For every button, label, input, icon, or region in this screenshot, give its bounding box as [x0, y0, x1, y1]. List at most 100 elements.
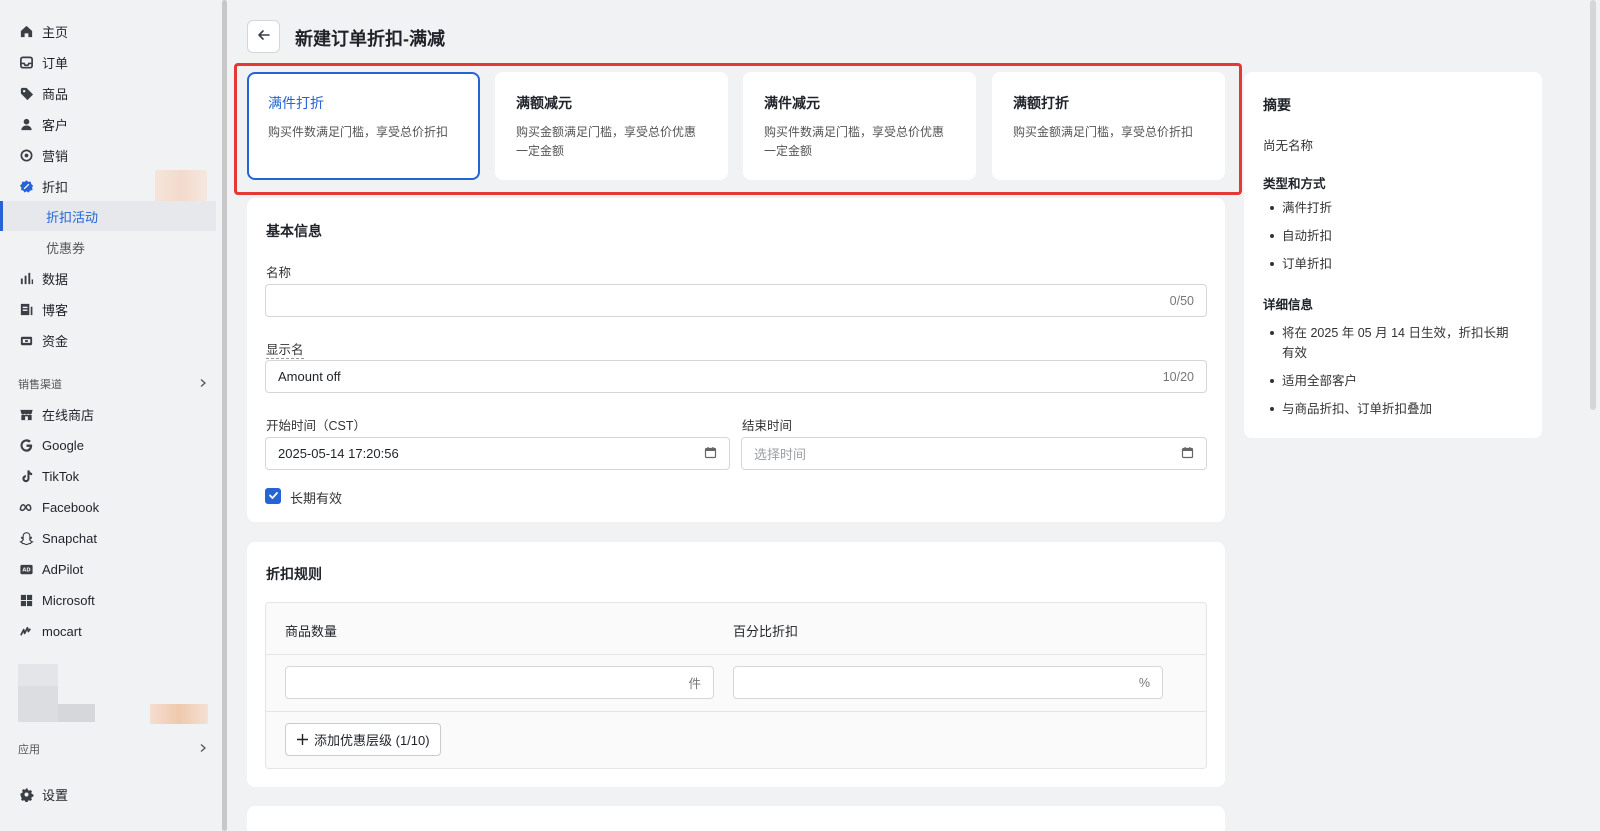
start-time-input[interactable]: 2025-05-14 17:20:56 [265, 437, 730, 470]
sidebar-item-label: Google [42, 437, 84, 453]
summary-type-item: 订单折扣 [1264, 254, 1514, 274]
sidebar-item-label: 设置 [42, 787, 69, 803]
sidebar-item-analytics[interactable]: 数据 [18, 268, 68, 288]
svg-text:AD: AD [22, 567, 30, 573]
end-time-placeholder: 选择时间 [754, 447, 807, 462]
add-tier-button[interactable]: 添加优惠层级 (1/10) [285, 723, 441, 756]
arrow-left-icon [256, 27, 272, 46]
end-time-input[interactable]: 选择时间 [741, 437, 1207, 470]
table-divider [266, 711, 1206, 712]
percent-suffix: % [1138, 675, 1150, 690]
tiktok-icon [18, 468, 34, 484]
checkmark-icon [268, 489, 279, 504]
blurred-region [155, 170, 207, 204]
sidebar-item-label: 商品 [42, 86, 69, 102]
sidebar-item-customers[interactable]: 客户 [18, 114, 68, 134]
percent-input[interactable]: % [733, 666, 1163, 699]
sidebar-item-label: Facebook [42, 499, 100, 515]
display-name-value: Amount off [278, 369, 341, 384]
sidebar-item-online-store[interactable]: 在线商店 [18, 404, 94, 424]
store-icon [18, 406, 34, 422]
sidebar-item-label: Microsoft [42, 592, 95, 608]
sidebar-item-snapchat[interactable]: Snapchat [18, 528, 97, 548]
sidebar-item-label: 优惠券 [46, 240, 86, 256]
basic-info-title: 基本信息 [266, 223, 322, 239]
meta-icon [18, 499, 34, 515]
name-input[interactable]: 0/50 [265, 284, 1207, 317]
highlight-annotation [234, 63, 1242, 195]
microsoft-icon [18, 592, 34, 608]
sidebar-item-home[interactable]: 主页 [18, 21, 68, 41]
sidebar-item-marketing[interactable]: 营销 [18, 145, 68, 165]
blurred-region [18, 686, 58, 722]
sidebar-item-discounts[interactable]: 折扣 [18, 176, 68, 196]
char-counter: 10/20 [1162, 369, 1194, 384]
target-icon [18, 147, 34, 163]
sidebar-scrollbar[interactable] [222, 0, 227, 831]
wallet-icon [18, 332, 34, 348]
apps-header[interactable]: 应用 [18, 741, 208, 757]
sidebar-item-label: 主页 [42, 24, 69, 40]
sidebar-item-label: 营销 [42, 148, 69, 164]
quantity-input[interactable]: 件 [285, 666, 714, 699]
col-header-percent: 百分比折扣 [733, 624, 799, 639]
end-time-label: 结束时间 [742, 419, 793, 433]
summary-detail-item: 适用全部客户 [1264, 371, 1514, 391]
blurred-region [18, 664, 58, 686]
bar-chart-icon [18, 270, 34, 286]
sidebar-item-label: 数据 [42, 271, 69, 287]
plus-icon [296, 733, 309, 746]
sidebar-item-label: 折扣活动 [46, 209, 99, 225]
inbox-icon [18, 54, 34, 70]
mocart-icon [18, 623, 34, 639]
summary-detail-item: 将在 2025 年 05 月 14 日生效，折扣长期有效 [1264, 323, 1514, 363]
sidebar-item-coupons[interactable]: 优惠券 [0, 232, 216, 262]
summary-detail-item: 与商品折扣、订单折扣叠加 [1264, 399, 1514, 419]
sidebar-item-discount-campaigns[interactable]: 折扣活动 [0, 201, 216, 231]
long-term-checkbox[interactable] [265, 488, 281, 504]
sidebar-item-google[interactable]: Google [18, 435, 84, 455]
sidebar-item-finance[interactable]: 资金 [18, 330, 68, 350]
add-tier-label: 添加优惠层级 (1/10) [314, 733, 430, 748]
summary-type-heading: 类型和方式 [1263, 177, 1326, 191]
sidebar-item-orders[interactable]: 订单 [18, 52, 68, 72]
summary-detail-heading: 详细信息 [1263, 298, 1314, 312]
sidebar-item-microsoft[interactable]: Microsoft [18, 590, 95, 610]
sidebar-item-label: TikTok [42, 468, 80, 484]
page-scrollbar[interactable] [1590, 0, 1596, 410]
sidebar-item-products[interactable]: 商品 [18, 83, 68, 103]
blog-icon [18, 301, 34, 317]
char-counter: 0/50 [1169, 293, 1194, 308]
sidebar-item-facebook[interactable]: Facebook [18, 497, 99, 517]
sidebar-item-blog[interactable]: 博客 [18, 299, 68, 319]
blurred-region [58, 704, 95, 722]
summary-no-name: 尚无名称 [1263, 139, 1314, 153]
section-label: 应用 [18, 744, 40, 756]
discount-rules-title: 折扣规则 [266, 566, 322, 582]
quantity-suffix: 件 [688, 677, 701, 691]
sidebar-item-label: 资金 [42, 333, 69, 349]
sidebar-item-label: 折扣 [42, 179, 69, 195]
sidebar-item-adpilot[interactable]: AD AdPilot [18, 559, 83, 579]
sidebar-item-tiktok[interactable]: TikTok [18, 466, 79, 486]
home-icon [18, 23, 34, 39]
google-icon [18, 437, 34, 453]
chevron-right-icon [198, 378, 208, 391]
display-name-input[interactable]: Amount off 10/20 [265, 360, 1207, 393]
chevron-right-icon [198, 743, 208, 756]
summary-type-item: 自动折扣 [1264, 226, 1514, 246]
summary-type-item: 满件打折 [1264, 198, 1514, 218]
back-button[interactable] [247, 20, 280, 53]
col-header-quantity: 商品数量 [285, 624, 338, 639]
blurred-region [150, 704, 208, 724]
sidebar-item-settings[interactable]: 设置 [18, 784, 68, 804]
discount-icon [18, 178, 34, 194]
sales-channels-header[interactable]: 销售渠道 [18, 376, 208, 392]
calendar-icon[interactable] [704, 446, 717, 462]
sidebar-item-label: 客户 [42, 117, 69, 133]
calendar-icon[interactable] [1181, 446, 1194, 462]
sidebar-item-mocart[interactable]: mocart [18, 621, 82, 641]
sidebar-item-label: AdPilot [42, 561, 84, 577]
sidebar-item-label: 博客 [42, 302, 69, 318]
long-term-label: 长期有效 [290, 491, 343, 506]
